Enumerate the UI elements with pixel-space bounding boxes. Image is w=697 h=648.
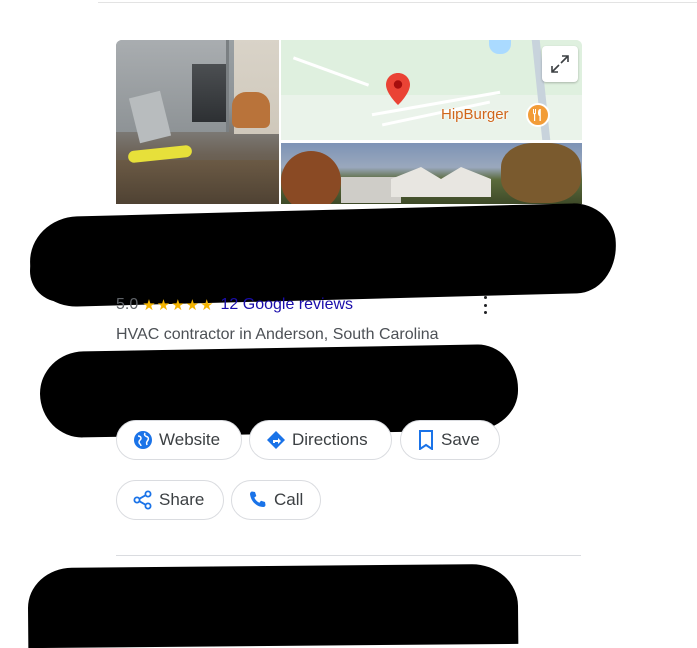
save-button[interactable]: Save (400, 420, 500, 460)
street-view-photo[interactable] (281, 143, 582, 204)
call-label: Call (274, 490, 304, 509)
website-label: Website (159, 430, 221, 449)
map-place-label: HipBurger (441, 106, 509, 123)
share-icon (133, 490, 152, 510)
website-button[interactable]: Website (116, 420, 242, 460)
business-photo[interactable] (116, 40, 279, 204)
directions-label: Directions (292, 430, 368, 449)
top-divider (98, 2, 697, 3)
redaction-bottom (27, 563, 519, 648)
share-label: Share (159, 490, 205, 509)
redaction-business-name-tail (30, 240, 170, 302)
more-options-button[interactable] (478, 296, 492, 314)
photo-grid: HipBurger (116, 40, 582, 204)
star-rating: ★★★★★ (142, 297, 215, 314)
bookmark-icon (419, 430, 433, 450)
business-category: HVAC contractor in Anderson, South Carol… (116, 326, 439, 343)
map-pin-icon (386, 73, 410, 110)
globe-icon (134, 431, 152, 449)
more-vert-icon (483, 296, 487, 299)
map-thumbnail[interactable]: HipBurger (281, 40, 582, 140)
expand-icon (551, 55, 569, 73)
rating-row: 5.0 ★★★★★ 12 Google reviews (116, 295, 353, 315)
phone-icon (250, 491, 266, 507)
reviews-link[interactable]: 12 Google reviews (221, 296, 354, 314)
directions-button[interactable]: Directions (249, 420, 392, 460)
expand-map-button[interactable] (542, 46, 578, 82)
save-label: Save (441, 430, 480, 449)
restaurant-icon (526, 103, 550, 127)
share-button[interactable]: Share (116, 480, 224, 520)
call-button[interactable]: Call (231, 480, 321, 520)
rating-value: 5.0 (116, 296, 139, 313)
directions-icon (267, 431, 285, 449)
section-divider (116, 555, 581, 556)
